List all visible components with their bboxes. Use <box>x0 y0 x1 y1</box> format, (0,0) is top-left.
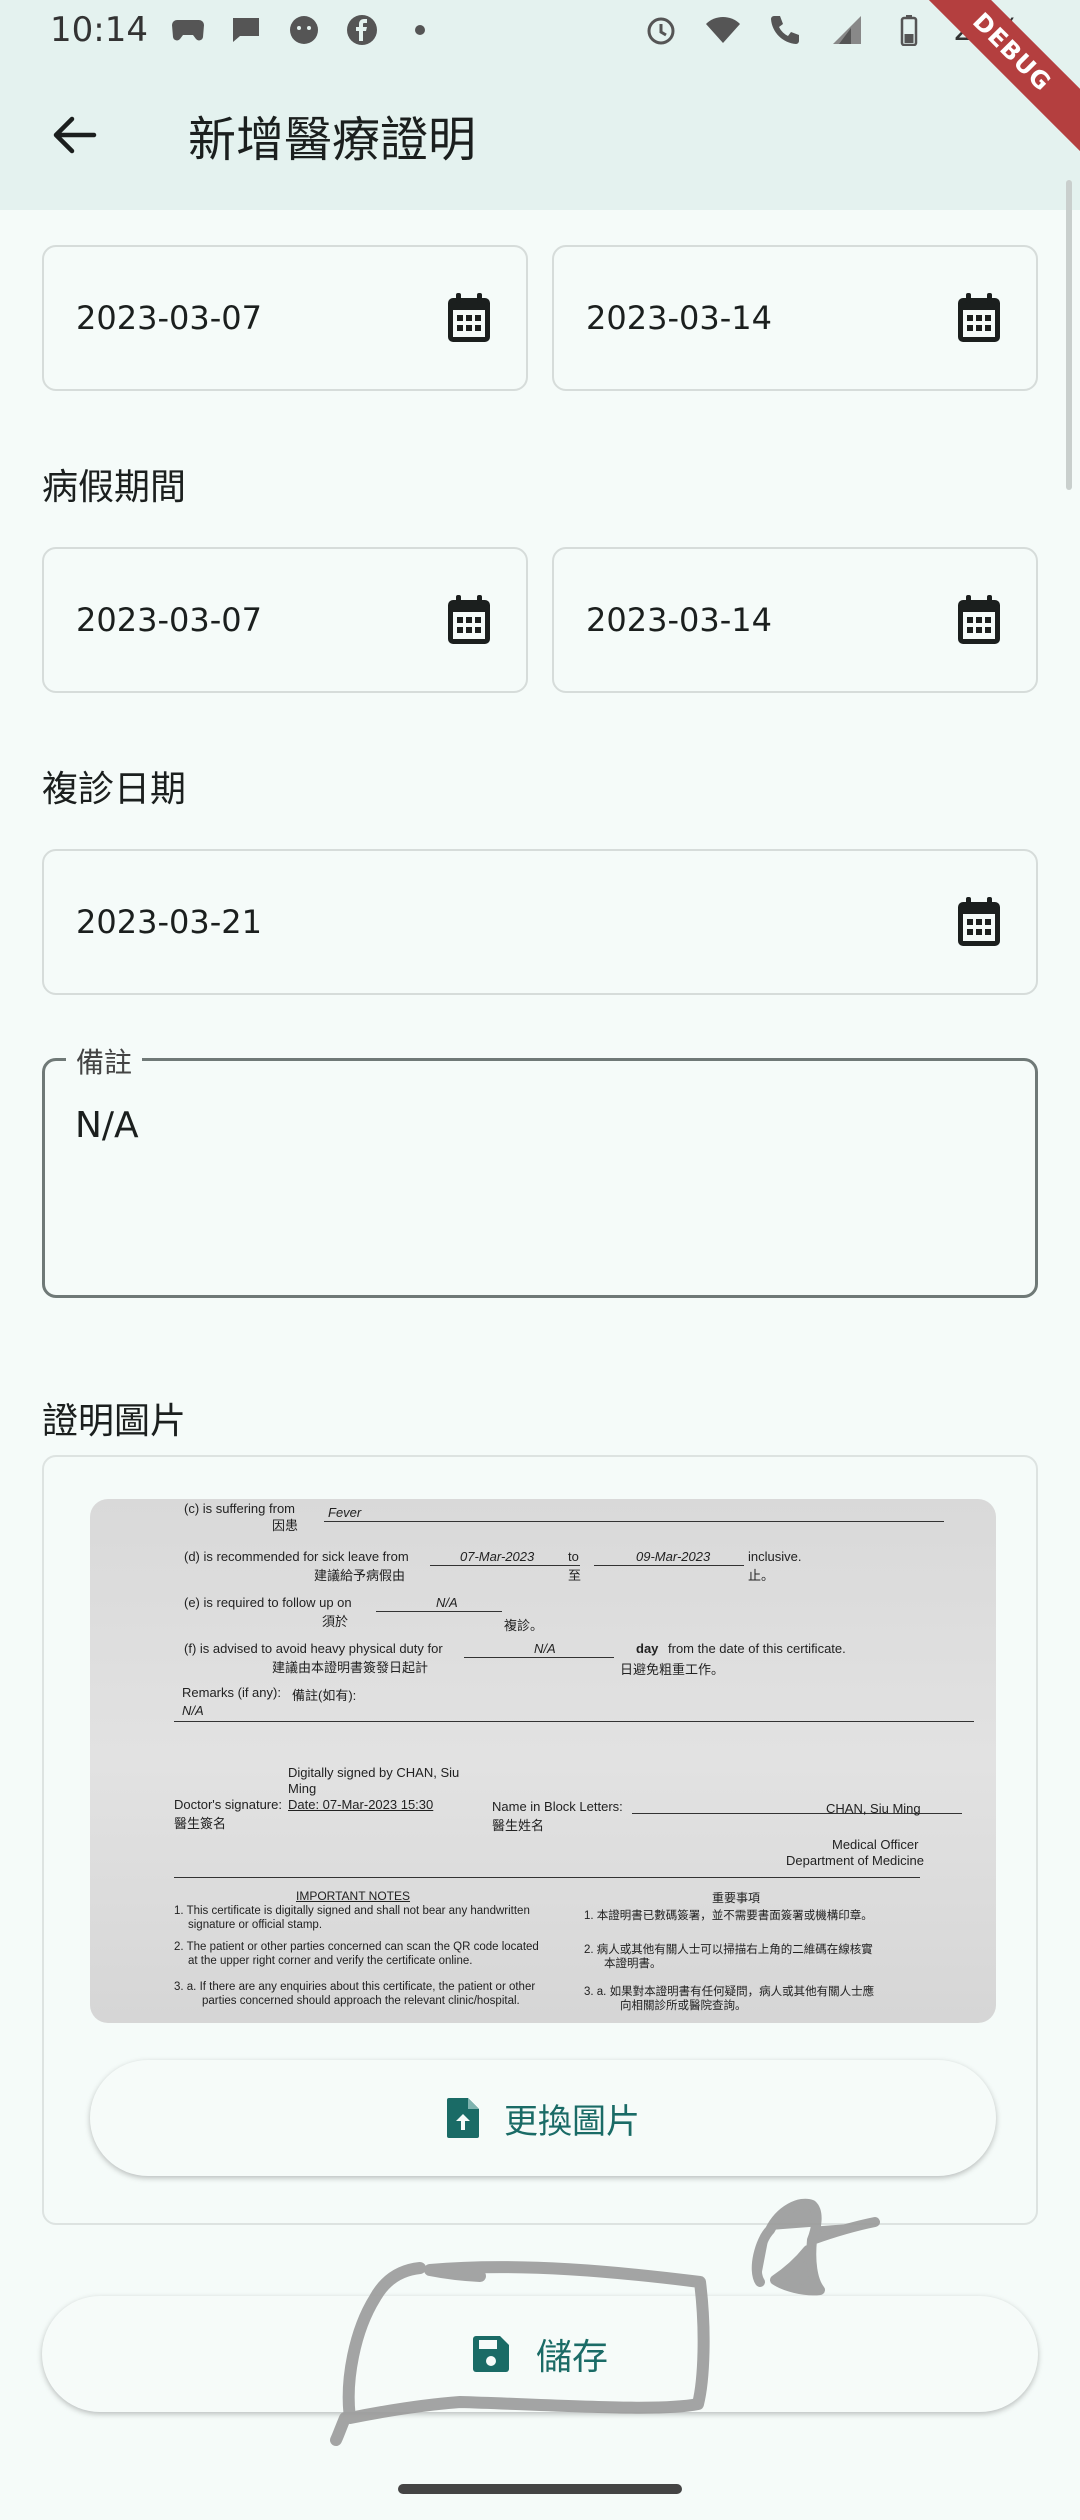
issue-date-to-field[interactable]: 2023-03-14 <box>552 245 1038 391</box>
follow-up-label: 複診日期 <box>42 769 187 810</box>
battery-icon <box>891 12 927 48</box>
arrow-left-icon <box>53 116 97 154</box>
scrollbar[interactable] <box>1066 180 1072 490</box>
file-upload-icon <box>446 2097 480 2139</box>
face-icon <box>286 12 322 48</box>
cert-text: 至 <box>568 1568 582 1583</box>
cert-text: Remarks (if any): <box>182 1685 281 1700</box>
cert-text: 止。 <box>748 1568 775 1583</box>
remarks-label: 備註 <box>66 1041 143 1081</box>
cert-text: (e) is required to follow up on <box>184 1595 352 1610</box>
facebook-icon <box>344 12 380 48</box>
cert-text: 重要事項 <box>712 1891 761 1905</box>
cert-text: (f) is advised to avoid heavy physical d… <box>184 1641 443 1656</box>
calendar-icon[interactable] <box>954 291 1004 345</box>
cert-text: from the date of this certificate. <box>668 1641 846 1656</box>
cert-text: inclusive. <box>748 1549 802 1564</box>
home-indicator[interactable] <box>398 2484 682 2494</box>
sick-leave-to-value: 2023-03-14 <box>586 601 772 639</box>
cert-text: Digitally signed by CHAN, Siu <box>288 1765 460 1780</box>
cert-text: Doctor's signature: <box>174 1797 282 1812</box>
cert-text: 建議由本證明書簽發日起計 <box>272 1660 429 1675</box>
remarks-textarea[interactable]: N/A <box>42 1058 1038 1298</box>
cert-text: 日避免粗重工作。 <box>620 1662 725 1677</box>
cert-text: 因患 <box>272 1518 299 1533</box>
save-label: 儲存 <box>535 2337 608 2378</box>
replace-image-button[interactable]: 更換圖片 <box>90 2060 996 2176</box>
certificate-image-card: (c) is suffering from 因患 Fever (d) is re… <box>42 1455 1038 2225</box>
status-time: 10:14 <box>50 10 148 50</box>
cert-text: (d) is recommended for sick leave from <box>184 1549 409 1564</box>
cert-text: Name in Block Letters: <box>492 1799 623 1814</box>
cert-text: 1. 本證明書已數碼簽署，並不需要書面簽署或機構印章。 <box>584 1910 873 1922</box>
cert-text: 醫生姓名 <box>492 1818 545 1833</box>
save-button[interactable]: 儲存 <box>42 2296 1038 2412</box>
cert-text: 2. The patient or other parties concerne… <box>174 1941 539 1953</box>
cert-advised-value: N/A <box>534 1641 556 1656</box>
issue-date-from-value: 2023-03-07 <box>76 299 262 337</box>
cert-text: 備註(如有): <box>292 1688 357 1703</box>
cert-leave-from: 07-Mar-2023 <box>460 1549 535 1564</box>
cert-text: parties concerned should approach the re… <box>202 1995 520 2007</box>
cert-text: Ming <box>288 1781 317 1796</box>
cert-text: 1. This certificate is digitally signed … <box>174 1905 530 1917</box>
cert-text: 向相關診所或醫院查詢。 <box>620 2000 747 2012</box>
cert-text: Medical Officer <box>832 1837 919 1852</box>
cert-text: 複診。 <box>504 1618 544 1633</box>
cert-doctor-name: CHAN, Siu Ming <box>826 1801 921 1816</box>
cert-text: 本證明書。 <box>604 1958 662 1970</box>
cert-text: 須於 <box>322 1614 349 1629</box>
follow-up-date-field[interactable]: 2023-03-21 <box>42 849 1038 995</box>
save-icon <box>472 2335 510 2373</box>
calendar-icon[interactable] <box>444 593 494 647</box>
cert-text: to <box>568 1549 579 1564</box>
follow-up-date-value: 2023-03-21 <box>76 903 262 941</box>
cert-text: 醫生簽名 <box>174 1816 227 1831</box>
gamepad-icon <box>170 12 206 48</box>
cert-remarks-value: N/A <box>182 1703 204 1718</box>
app-bar: 新增醫療證明 <box>0 60 1080 210</box>
sick-leave-to-field[interactable]: 2023-03-14 <box>552 547 1038 693</box>
call-icon <box>767 12 803 48</box>
cert-text: IMPORTANT NOTES <box>296 1889 411 1903</box>
cert-text: day <box>636 1641 659 1656</box>
sick-leave-label: 病假期間 <box>42 467 187 508</box>
page-title: 新增醫療證明 <box>188 112 477 168</box>
sick-leave-from-field[interactable]: 2023-03-07 <box>42 547 528 693</box>
calendar-icon[interactable] <box>954 895 1004 949</box>
cert-text: at the upper right corner and verify the… <box>188 1955 473 1967</box>
status-bar: 10:14 28% <box>0 0 1080 60</box>
cert-follow-value: N/A <box>436 1595 458 1610</box>
cert-text: signature or official stamp. <box>188 1919 323 1931</box>
dot-icon <box>402 12 438 48</box>
cert-sig-date: Date: 07-Mar-2023 15:30 <box>288 1797 434 1812</box>
replace-image-label: 更換圖片 <box>504 2101 640 2142</box>
cert-text: 3. a. If there are any enquiries about t… <box>174 1981 536 1993</box>
issue-date-to-value: 2023-03-14 <box>586 299 772 337</box>
cert-text: Department of Medicine <box>786 1853 925 1868</box>
sick-leave-from-value: 2023-03-07 <box>76 601 262 639</box>
cert-diagnosis: Fever <box>328 1505 362 1520</box>
alarm-icon <box>643 12 679 48</box>
cert-text: 建議給予病假由 <box>314 1568 406 1583</box>
certificate-image[interactable]: (c) is suffering from 因患 Fever (d) is re… <box>90 1499 996 2023</box>
cert-text: (c) is suffering from <box>184 1501 296 1516</box>
cert-leave-to: 09-Mar-2023 <box>636 1549 711 1564</box>
image-section-label: 證明圖片 <box>42 1401 187 1442</box>
calendar-icon[interactable] <box>954 593 1004 647</box>
issue-date-from-field[interactable]: 2023-03-07 <box>42 245 528 391</box>
signal-icon <box>829 12 865 48</box>
calendar-icon[interactable] <box>444 291 494 345</box>
back-button[interactable] <box>44 105 104 165</box>
chat-bubble-icon <box>228 12 264 48</box>
remarks-value: N/A <box>75 1105 139 1146</box>
wifi-icon <box>705 12 741 48</box>
